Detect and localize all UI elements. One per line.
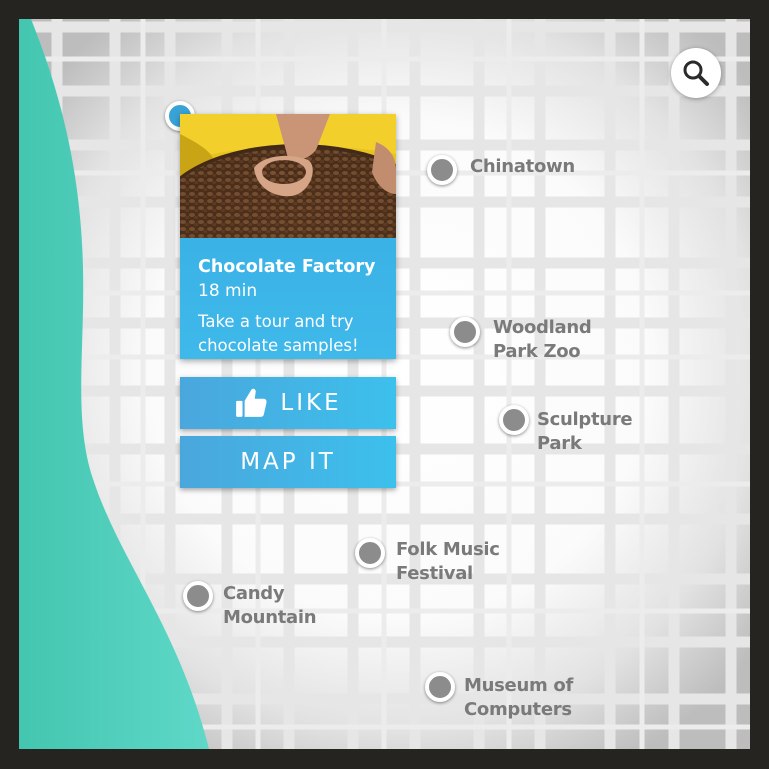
map-it-button[interactable]: MAP IT [180, 436, 396, 488]
thumbs-up-icon [236, 388, 267, 417]
label-folk-music-festival[interactable]: Folk Music Festival [396, 538, 500, 586]
map-it-label: MAP IT [240, 449, 336, 475]
label-line: Park [537, 433, 582, 454]
label-line: Mountain [223, 607, 317, 628]
label-line: Folk Music [396, 539, 500, 560]
map-view[interactable]: Chinatown Woodland Park Zoo Sculpture Pa… [19, 19, 750, 749]
place-description: Take a tour and try chocolate samples! [198, 312, 359, 355]
label-line: Computers [464, 699, 572, 720]
pin-folk-music-festival[interactable] [355, 538, 385, 568]
label-line: Museum of [464, 675, 573, 696]
label-line: Park Zoo [493, 341, 581, 362]
label-sculpture-park[interactable]: Sculpture Park [537, 408, 633, 456]
cocoa-beans-photo [180, 114, 396, 238]
like-button[interactable]: LIKE [180, 377, 396, 429]
like-label: LIKE [280, 390, 342, 416]
label-line: Chinatown [470, 156, 575, 177]
search-icon [683, 60, 709, 86]
place-card-details: Chocolate Factory 18 min Take a tour and… [180, 238, 396, 359]
search-button[interactable] [671, 48, 721, 98]
label-line: Sculpture [537, 409, 633, 430]
label-line: Candy [223, 583, 285, 604]
label-line: Festival [396, 563, 473, 584]
place-duration: 18 min [198, 281, 258, 301]
pin-sculpture-park[interactable] [499, 405, 529, 435]
label-woodland-park-zoo[interactable]: Woodland Park Zoo [493, 316, 592, 364]
pin-candy-mountain[interactable] [183, 581, 213, 611]
label-candy-mountain[interactable]: Candy Mountain [223, 582, 317, 630]
pin-woodland-park-zoo[interactable] [450, 317, 480, 347]
place-title: Chocolate Factory [198, 257, 376, 277]
pin-museum-of-computers[interactable] [425, 672, 455, 702]
label-museum-of-computers[interactable]: Museum of Computers [464, 674, 573, 722]
label-line: Woodland [493, 317, 592, 338]
label-chinatown[interactable]: Chinatown [470, 155, 575, 179]
place-card[interactable]: Chocolate Factory 18 min Take a tour and… [180, 114, 396, 359]
pin-chinatown[interactable] [427, 155, 457, 185]
